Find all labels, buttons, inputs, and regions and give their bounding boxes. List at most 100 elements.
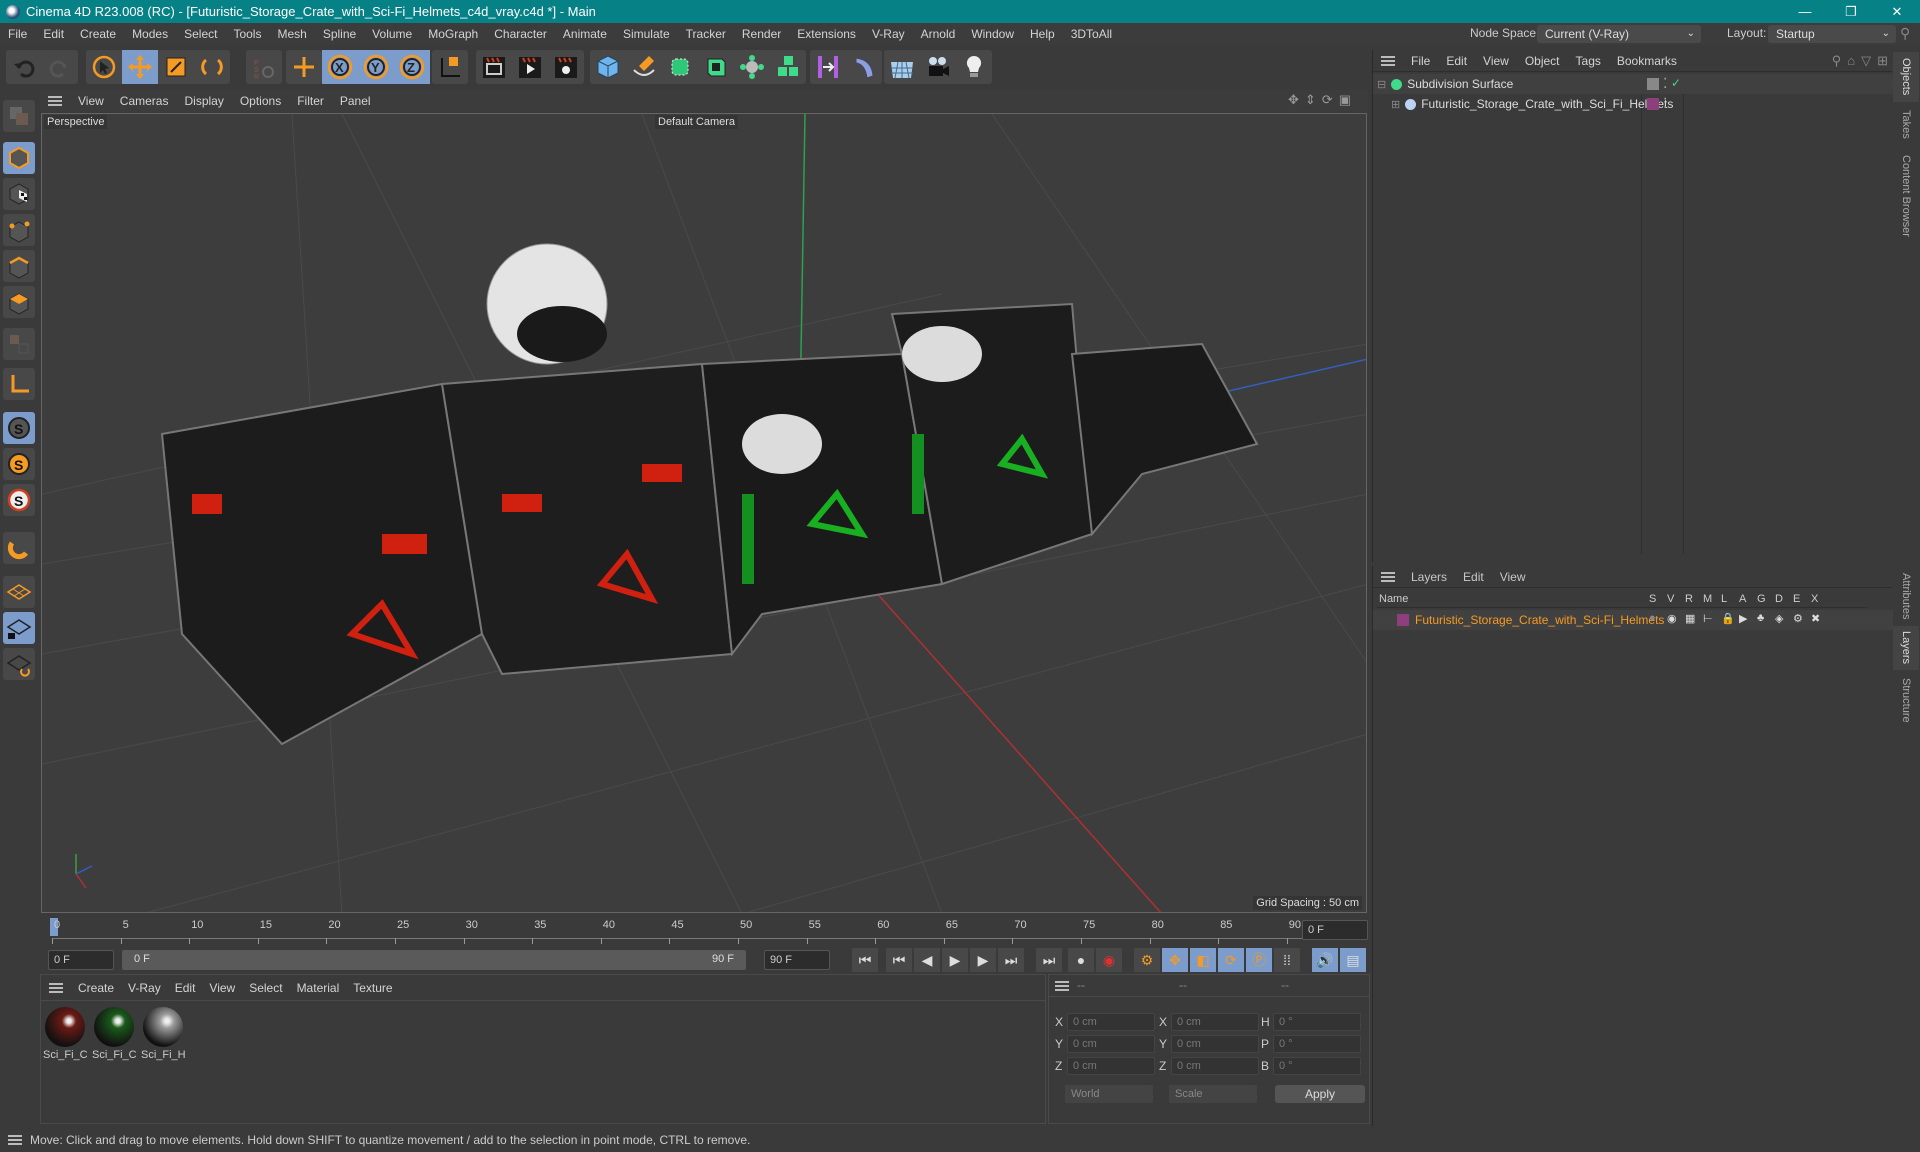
layer-render-icon[interactable]: ▦: [1685, 612, 1695, 625]
locked-workplane-button[interactable]: [3, 612, 35, 644]
menu-tracker[interactable]: Tracker: [678, 23, 734, 45]
close-button[interactable]: ✕: [1874, 0, 1920, 23]
layer-column-m[interactable]: M: [1703, 593, 1712, 605]
new-view-icon[interactable]: ⊞: [1877, 53, 1888, 69]
viewport-menu-cameras[interactable]: Cameras: [112, 94, 177, 108]
cloner-button[interactable]: [770, 50, 806, 84]
select-button[interactable]: [86, 50, 122, 84]
hamburger-icon[interactable]: [48, 96, 62, 106]
menu-modes[interactable]: Modes: [124, 23, 176, 45]
camera-button[interactable]: [920, 50, 956, 84]
layer-column-x[interactable]: X: [1811, 593, 1818, 605]
side-tab-takes[interactable]: Takes: [1893, 102, 1919, 146]
hamburger-icon[interactable]: [49, 982, 63, 993]
visibility-dots-icon[interactable]: ⁚: [1663, 95, 1667, 112]
side-tab-content-browser[interactable]: Content Browser: [1893, 146, 1919, 246]
layer-solo-icon[interactable]: ●: [1649, 612, 1656, 624]
collapse-icon[interactable]: ⊟: [1377, 78, 1386, 91]
layer-row[interactable]: Futuristic_Storage_Crate_with_Sci-Fi_Hel…: [1373, 610, 1893, 630]
material-menu-material[interactable]: Material: [290, 981, 347, 995]
material-swatch[interactable]: Sci_Fi_Cc: [92, 1005, 136, 1067]
polygon-mode-button[interactable]: [3, 286, 35, 318]
prev-key-button[interactable]: ⏮: [886, 948, 912, 972]
minimize-button[interactable]: —: [1782, 0, 1828, 23]
layer-menu-view[interactable]: View: [1492, 570, 1534, 584]
side-tab-objects[interactable]: Objects: [1893, 52, 1919, 102]
menu-simulate[interactable]: Simulate: [615, 23, 678, 45]
hamburger-icon[interactable]: [1381, 55, 1395, 66]
menu-vray[interactable]: V-Ray: [864, 23, 913, 45]
keyframe-settings-button[interactable]: ⚙: [1134, 948, 1160, 972]
menu-help[interactable]: Help: [1022, 23, 1063, 45]
coord-field[interactable]: 0 °: [1273, 1013, 1361, 1031]
menu-arnold[interactable]: Arnold: [913, 23, 964, 45]
object-menu-bookmarks[interactable]: Bookmarks: [1609, 54, 1685, 68]
material-menu-edit[interactable]: Edit: [168, 981, 203, 995]
layer-deformers-icon[interactable]: ◈: [1775, 612, 1783, 625]
subdivision-button[interactable]: [662, 50, 698, 84]
menu-volume[interactable]: Volume: [364, 23, 420, 45]
layer-lock-icon[interactable]: 🔒: [1721, 612, 1735, 625]
apply-button[interactable]: Apply: [1275, 1085, 1365, 1103]
layer-menu-edit[interactable]: Edit: [1455, 570, 1492, 584]
viewport-menu-panel[interactable]: Panel: [332, 94, 379, 108]
layer-column-s[interactable]: S: [1649, 593, 1656, 605]
viewport-menu-display[interactable]: Display: [176, 94, 231, 108]
array-button[interactable]: [734, 50, 770, 84]
menu-animate[interactable]: Animate: [555, 23, 615, 45]
layer-name[interactable]: Futuristic_Storage_Crate_with_Sci-Fi_Hel…: [1415, 613, 1664, 627]
x-axis-button[interactable]: X: [322, 50, 358, 84]
timeline-button[interactable]: ▤: [1340, 948, 1366, 972]
layer-animation-icon[interactable]: ▶: [1739, 612, 1747, 625]
material-menu-create[interactable]: Create: [71, 981, 121, 995]
edge-mode-button[interactable]: [3, 250, 35, 282]
layer-color-swatch[interactable]: [1647, 98, 1659, 110]
current-frame-field[interactable]: 0 F: [1302, 920, 1368, 940]
layer-column-r[interactable]: R: [1685, 593, 1693, 605]
layer-manager-icon[interactable]: ⊢: [1703, 612, 1713, 625]
workplane-button[interactable]: [3, 576, 35, 608]
object-menu-file[interactable]: File: [1403, 54, 1438, 68]
coord-field[interactable]: 0 cm: [1067, 1035, 1155, 1053]
viewport-menu-options[interactable]: Options: [232, 94, 289, 108]
object-row[interactable]: ⊟ Subdivision Surface ⁚ ✓: [1373, 74, 1893, 94]
menu-character[interactable]: Character: [486, 23, 555, 45]
render-button[interactable]: [512, 50, 548, 84]
coord-space-dropdown[interactable]: World: [1065, 1085, 1153, 1103]
layer-column-d[interactable]: D: [1775, 593, 1783, 605]
record-button[interactable]: ◉: [1096, 948, 1122, 972]
pen-button[interactable]: [626, 50, 662, 84]
menu-mograph[interactable]: MoGraph: [420, 23, 486, 45]
dolly-icon[interactable]: ⇕: [1305, 92, 1316, 108]
make-editable-button[interactable]: [3, 100, 35, 132]
coord-field[interactable]: 0 cm: [1171, 1035, 1259, 1053]
param-key-button[interactable]: Ⓟ: [1246, 948, 1272, 972]
layer-menu-layers[interactable]: Layers: [1403, 570, 1455, 584]
timeline-ruler[interactable]: 0 5 10 15 20 25 30 35 40 45 50 55 60 65 70 75 80 85 90: [40, 914, 1370, 948]
move-key-button[interactable]: ✥: [1162, 948, 1188, 972]
layer-column-g[interactable]: G: [1757, 593, 1766, 605]
menu-tools[interactable]: Tools: [225, 23, 269, 45]
uv-mode-button[interactable]: [3, 328, 35, 360]
redo-button[interactable]: [42, 50, 78, 84]
viewport-menu-view[interactable]: View: [70, 94, 112, 108]
deformer-button[interactable]: [846, 50, 882, 84]
render-settings-button[interactable]: [548, 50, 584, 84]
scale-button[interactable]: [158, 50, 194, 84]
coordinate-system-button[interactable]: [432, 50, 468, 84]
move-button[interactable]: [122, 50, 158, 84]
psr-button[interactable]: PSR: [246, 50, 282, 84]
next-frame-button[interactable]: ▶: [970, 948, 996, 972]
prev-frame-button[interactable]: ◀: [914, 948, 940, 972]
hamburger-icon[interactable]: [8, 1135, 22, 1145]
snap-button[interactable]: S: [3, 412, 35, 444]
layer-expressions-icon[interactable]: ⚙: [1793, 612, 1803, 625]
go-to-start-button[interactable]: ⏮: [852, 948, 878, 972]
coord-field[interactable]: 0 cm: [1171, 1057, 1259, 1075]
home-icon[interactable]: ⌂: [1847, 53, 1855, 69]
3d-viewport[interactable]: Perspective Default Camera Grid Spacing …: [41, 113, 1367, 913]
object-row[interactable]: ⊞ Futuristic_Storage_Crate_with_Sci_Fi_He…: [1373, 94, 1893, 114]
z-axis-button[interactable]: Z: [394, 50, 430, 84]
range-slider[interactable]: 0 F 90 F: [122, 950, 746, 970]
end-frame-field[interactable]: 90 F: [764, 950, 830, 970]
